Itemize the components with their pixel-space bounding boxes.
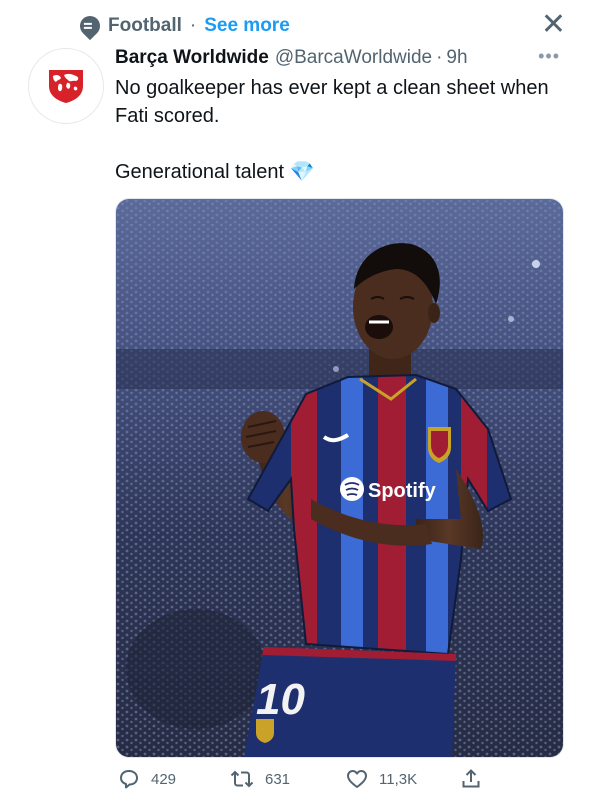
- reply-icon: [120, 770, 138, 789]
- tweet-body: No goalkeeper has ever kept a clean shee…: [115, 77, 549, 183]
- like-count: 11,3K: [379, 770, 418, 788]
- close-icon[interactable]: ✕: [541, 10, 566, 40]
- like-button[interactable]: 11,3K: [345, 767, 417, 791]
- avatar[interactable]: [28, 48, 104, 124]
- jersey-sponsor: Spotify: [368, 480, 437, 502]
- tweet-time[interactable]: 9h: [446, 47, 467, 69]
- gem-emoji: 💎: [289, 161, 315, 183]
- time-separator: ·: [436, 47, 443, 68]
- share-button[interactable]: [459, 767, 483, 791]
- heart-icon: [347, 770, 367, 788]
- tweet-photo[interactable]: Spotify 10: [115, 198, 564, 758]
- share-icon: [462, 769, 480, 788]
- retweet-count: 631: [265, 770, 291, 788]
- topic-name[interactable]: Football: [108, 15, 182, 37]
- action-bar: 429 631 11,3K: [115, 764, 562, 794]
- topic-context: Football · See more: [75, 11, 290, 41]
- author-name[interactable]: Barça Worldwide: [115, 47, 269, 69]
- world-map-shield-icon: [49, 70, 83, 103]
- reply-count: 429: [151, 770, 177, 788]
- see-more-link[interactable]: See more: [204, 15, 290, 37]
- retweet-icon: [230, 770, 254, 788]
- shorts-number: 10: [256, 675, 305, 724]
- more-dots-icon[interactable]: •••: [538, 46, 560, 67]
- topic-icon: [75, 11, 105, 41]
- retweet-button[interactable]: 631: [229, 767, 290, 791]
- tweet-text: No goalkeeper has ever kept a clean shee…: [115, 74, 555, 186]
- reply-button[interactable]: 429: [117, 767, 176, 791]
- author-handle[interactable]: @BarcaWorldwide: [275, 47, 432, 69]
- tweet-header: Barça Worldwide @BarcaWorldwide · 9h •••: [115, 44, 560, 72]
- topic-separator: ·: [189, 15, 197, 36]
